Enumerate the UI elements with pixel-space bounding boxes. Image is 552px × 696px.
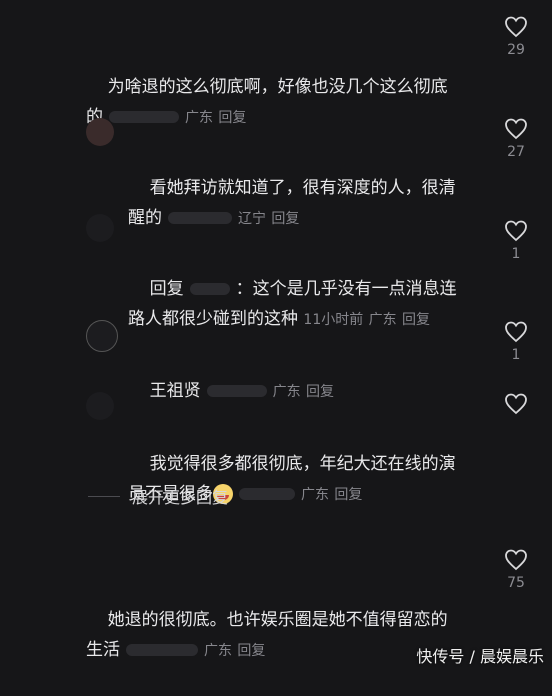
like-count: 27 (507, 144, 525, 160)
comment-location: 广东 (301, 487, 329, 503)
divider (88, 495, 120, 497)
reply-button[interactable]: 回复 (334, 487, 362, 503)
comment-location: 广东 (185, 110, 213, 126)
reply-button[interactable]: 回复 (306, 384, 334, 400)
heart-outline-icon (505, 16, 527, 38)
avatar[interactable] (20, 550, 68, 598)
like-button[interactable]: 75 (498, 549, 534, 591)
like-button[interactable]: 1 (498, 321, 534, 363)
like-count: 75 (507, 575, 525, 591)
like-count: 1 (511, 347, 521, 363)
like-button[interactable]: 29 (498, 16, 534, 58)
avatar[interactable] (86, 118, 114, 146)
watermark: 快传号 / 晨娱晨乐 (416, 647, 544, 666)
comment-text: 我觉得很多都很彻底，年纪大还在线的演 员不是很多 广东 回复 (128, 454, 456, 504)
like-count: 29 (507, 42, 525, 58)
heart-outline-icon (505, 321, 527, 343)
reply-button[interactable]: 回复 (402, 312, 430, 328)
like-button[interactable] (498, 393, 534, 415)
avatar[interactable] (20, 30, 70, 80)
like-count: 1 (511, 246, 521, 262)
like-button[interactable]: 1 (498, 220, 534, 262)
heart-outline-icon (505, 220, 527, 242)
expand-replies-label: 展开更多回复 (132, 488, 229, 507)
heart-outline-icon (505, 549, 527, 571)
avatar[interactable] (86, 214, 114, 242)
avatar[interactable] (86, 320, 118, 352)
reply-button[interactable]: 回复 (218, 110, 246, 126)
comment-location: 辽宁 (238, 211, 266, 227)
comment-location: 广东 (368, 312, 397, 328)
like-button[interactable]: 27 (498, 118, 534, 160)
heart-outline-icon (505, 118, 527, 140)
comment-location: 广东 (204, 643, 232, 659)
heart-outline-icon (505, 393, 527, 415)
avatar[interactable] (86, 392, 114, 420)
expand-replies-button[interactable]: 展开更多回复 (88, 484, 228, 508)
comment-time: 11小时前 (303, 312, 364, 328)
reply-button[interactable]: 回复 (271, 211, 299, 227)
reply-button[interactable]: 回复 (237, 643, 265, 659)
comment-location: 广东 (272, 384, 301, 400)
comment-text: 她退的很彻底。也许娱乐圈是她不值得留恋的 生活 广东 回复 (86, 610, 448, 660)
